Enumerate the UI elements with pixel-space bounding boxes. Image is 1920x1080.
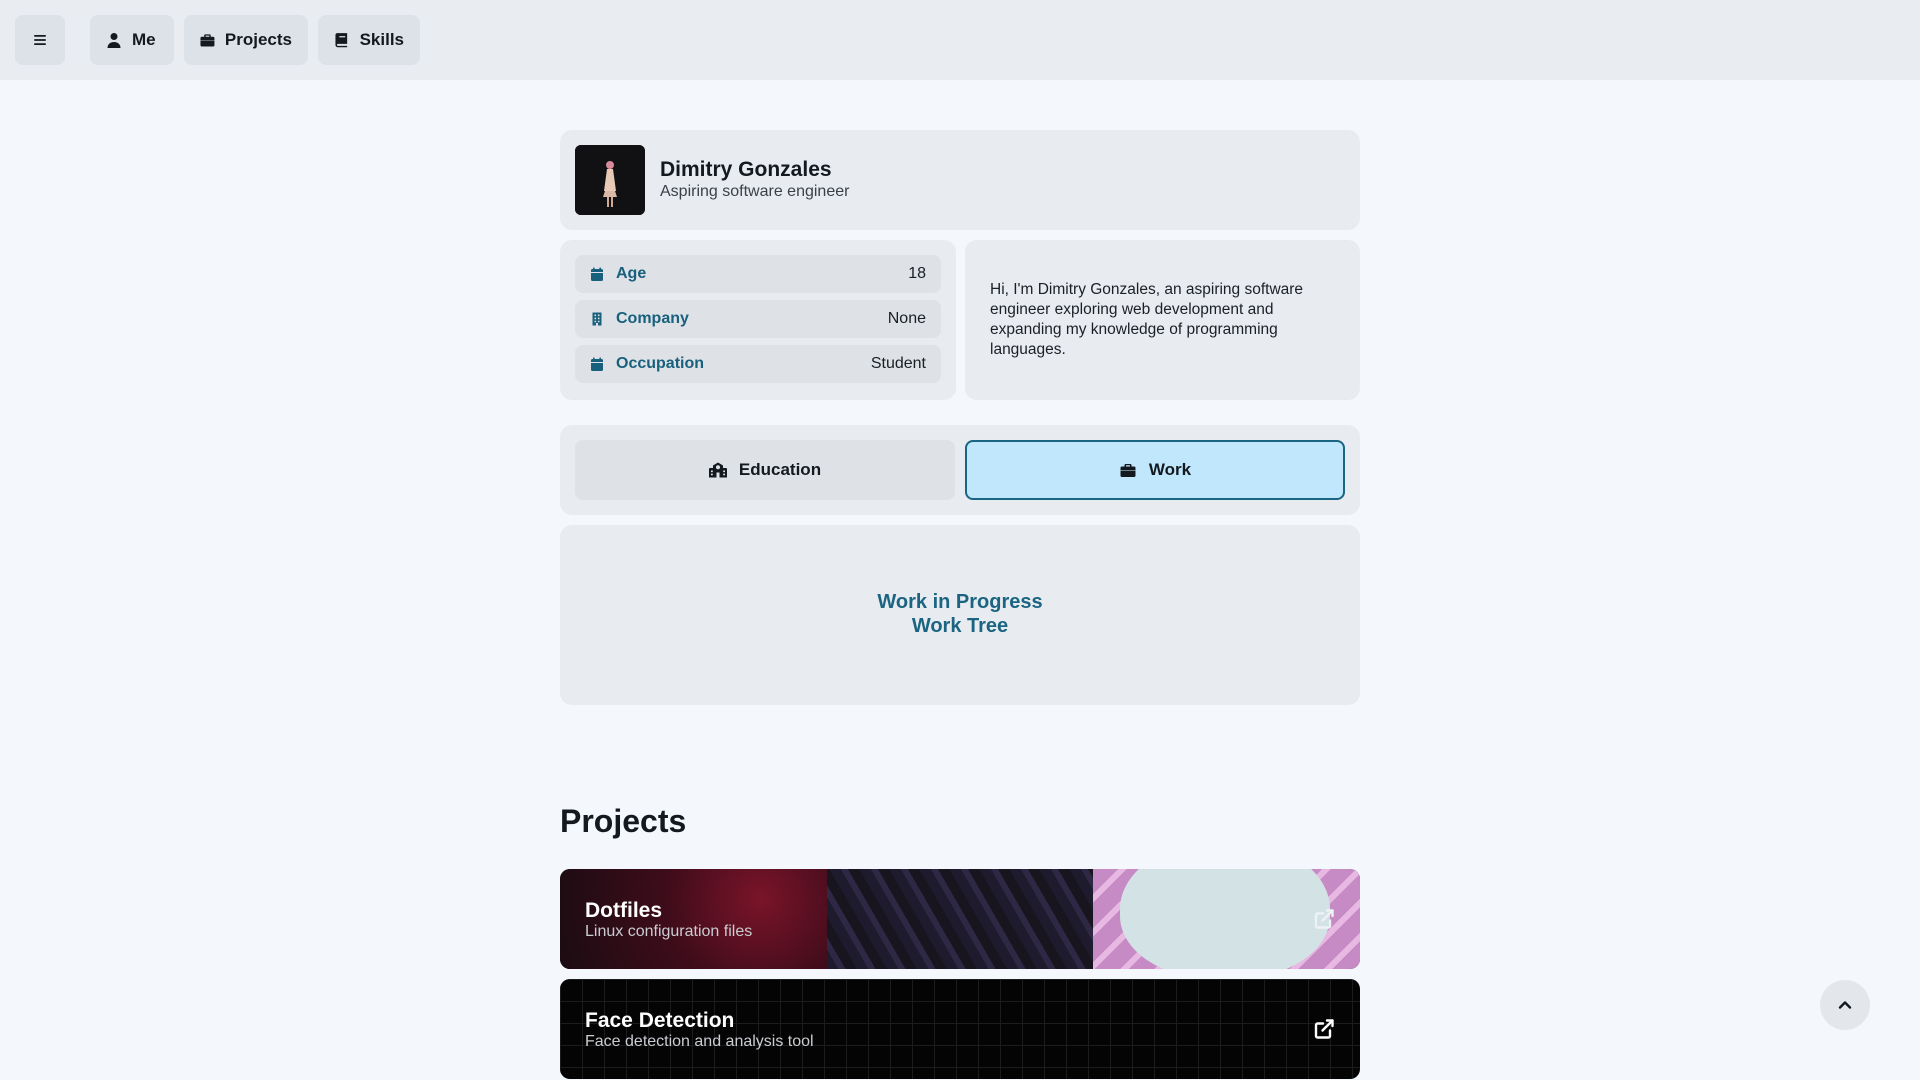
avatar — [575, 145, 645, 215]
avatar-figure-image — [575, 145, 645, 215]
nav-skills-label: Skills — [359, 30, 404, 49]
info-card: Age 18 Company None Occupation Student — [560, 240, 956, 400]
project-card-dotfiles[interactable]: Dotfiles Linux configuration files — [560, 869, 1360, 969]
menu-button[interactable] — [15, 15, 65, 65]
bio-text: Hi, I'm Dimitry Gonzales, an aspiring so… — [990, 281, 1304, 358]
briefcase-icon — [1120, 464, 1136, 477]
top-navbar: Me Projects Skills — [0, 0, 1920, 80]
info-value-occupation: Student — [870, 355, 926, 372]
project-card-face-detection[interactable]: Face Detection Face detection and analys… — [560, 979, 1360, 1079]
nav-projects-button[interactable]: Projects — [184, 15, 308, 65]
book-icon — [335, 33, 348, 48]
info-label-age: Age — [616, 265, 647, 282]
info-row-age: Age 18 — [575, 255, 941, 293]
building-icon — [592, 312, 602, 326]
info-value-company: None — [887, 310, 926, 327]
tab-education[interactable]: Education — [575, 440, 955, 500]
project-title: Dotfiles — [585, 899, 663, 922]
profile-card: Dimitry Gonzales Aspiring software engin… — [560, 130, 1360, 230]
info-label-company: Company — [616, 310, 689, 327]
work-panel-line2: Work Tree — [911, 615, 1009, 637]
info-value-age: 18 — [908, 265, 926, 282]
briefcase-icon — [200, 34, 215, 47]
nav-skills-button[interactable]: Skills — [318, 15, 420, 65]
tab-work-label: Work — [1148, 460, 1192, 479]
nav-me-button[interactable]: Me — [90, 15, 174, 65]
project-subtitle: Face detection and analysis tool — [585, 1033, 814, 1050]
project-subtitle: Linux configuration files — [585, 923, 753, 940]
nav-me-label: Me — [132, 30, 156, 49]
work-panel: Work in Progress Work Tree — [560, 525, 1360, 705]
tab-work[interactable]: Work — [965, 440, 1345, 500]
work-panel-line1: Work in Progress — [877, 591, 1043, 613]
bio-card: Hi, I'm Dimitry Gonzales, an aspiring so… — [965, 240, 1360, 400]
scroll-to-top-button[interactable] — [1820, 980, 1870, 1030]
tabs-card: Education Work — [560, 425, 1360, 515]
info-label-occupation: Occupation — [616, 355, 705, 372]
calendar-icon — [591, 267, 603, 281]
school-icon — [708, 462, 727, 478]
chevron-up-icon — [1838, 1001, 1852, 1009]
info-row-occupation: Occupation Student — [575, 345, 941, 383]
project-title: Face Detection — [585, 1009, 735, 1032]
external-link-icon[interactable] — [1313, 908, 1335, 930]
profile-name: Dimitry Gonzales — [660, 158, 832, 181]
tab-education-label: Education — [738, 460, 822, 479]
cloud-illustration — [1120, 869, 1330, 969]
hamburger-icon — [34, 35, 46, 45]
profile-subtitle: Aspiring software engineer — [660, 183, 850, 200]
nav-projects-label: Projects — [224, 30, 292, 49]
info-row-company: Company None — [575, 300, 941, 338]
user-icon — [107, 33, 121, 48]
projects-heading: Projects — [560, 803, 687, 839]
external-link-icon[interactable] — [1313, 1018, 1335, 1040]
calendar-icon — [591, 357, 603, 371]
